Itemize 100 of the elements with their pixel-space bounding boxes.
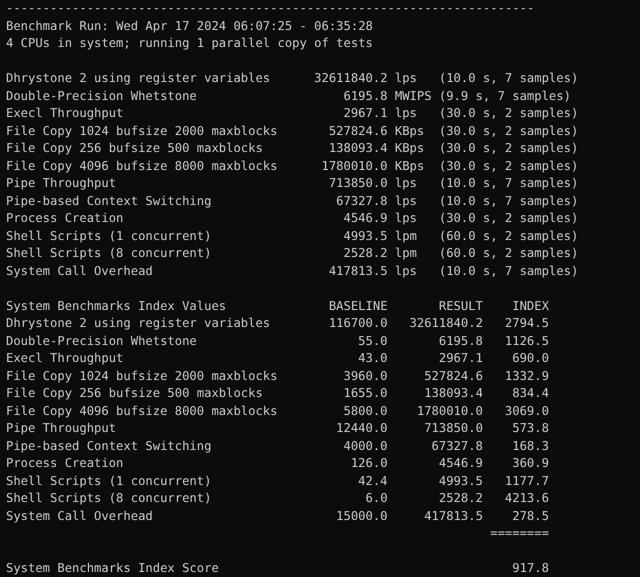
table-cell-text: 43.0 [357, 350, 388, 367]
table-cell-text: 1126.5 [504, 332, 549, 350]
unit-text: lps [394, 105, 418, 122]
separator-line: ------------------------------------------------------------------------ [6, 0, 534, 17]
table-cell-text: File Copy 256 bufsize 500 maxblocks [6, 385, 264, 402]
benchmark-name: Process Creation [6, 210, 124, 227]
unit-text: lps [394, 192, 418, 210]
benchmark-name: File Copy 256 bufsize 500 maxblocks [6, 140, 264, 157]
header-text: 4 CPUs in system; running 1 parallel copy of tests [6, 35, 373, 52]
unit-text: lpm [394, 245, 418, 262]
table-cell-text: 42.4 [357, 472, 388, 490]
timing-text: (60.0 s, 2 samples) [438, 245, 578, 262]
table-cell-text: File Copy 1024 bufsize 2000 maxblocks [6, 368, 278, 384]
table-cell-text: Shell Scripts (8 concurrent) [6, 490, 212, 507]
benchmark-value: 4546.9 [342, 210, 388, 227]
table-cell-text: 6195.8 [438, 332, 483, 350]
table-cell-text: 15000.0 [335, 508, 388, 524]
benchmark-value: 417813.5 [328, 262, 388, 280]
table-cell-text: Pipe Throughput [6, 420, 118, 437]
table-cell-text: File Copy 4096 bufsize 8000 maxblocks [6, 402, 278, 420]
timing-text: (9.9 s, 7 samples) [438, 88, 571, 104]
column-header: INDEX [511, 298, 549, 314]
table-cell-text: 12440.0 [335, 420, 388, 437]
benchmark-name: Double-Precision Whetstone [6, 88, 198, 104]
timing-text: (30.0 s, 2 samples) [438, 140, 578, 157]
table-cell-text: Double-Precision Whetstone [6, 332, 198, 350]
table-cell-text: 834.4 [511, 385, 549, 402]
timing-text: (10.0 s, 7 samples) [438, 175, 578, 192]
table-title: System Benchmarks Index Values [6, 298, 228, 314]
benchmark-value: 6195.8 [342, 88, 388, 104]
table-cell-text: Dhrystone 2 using register variables [6, 315, 272, 332]
benchmark-value: 1780010.0 [320, 158, 388, 174]
table-cell-text: 3069.0 [504, 402, 549, 420]
table-cell-text: System Call Overhead [6, 508, 154, 524]
unit-text: lps [394, 262, 418, 280]
benchmark-value: 2528.2 [342, 245, 388, 262]
table-cell-text: 6.0 [364, 490, 388, 507]
table-cell-text: 4993.5 [438, 472, 483, 490]
table-cell-text: 126.0 [350, 455, 388, 472]
benchmark-name: Shell Scripts (1 concurrent) [6, 228, 212, 244]
table-cell-text: 4000.0 [342, 438, 388, 454]
table-cell-text: Process Creation [6, 455, 124, 472]
benchmark-name: File Copy 1024 bufsize 2000 maxblocks [6, 122, 278, 140]
table-cell-text: 1177.7 [504, 472, 549, 490]
table-cell-text: 417813.5 [423, 508, 483, 524]
table-cell-text: 2794.5 [504, 315, 549, 332]
timing-text: (30.0 s, 2 samples) [438, 158, 578, 174]
timing-text: (30.0 s, 2 samples) [438, 105, 578, 122]
benchmark-name: System Call Overhead [6, 262, 154, 280]
benchmark-value: 4993.5 [342, 228, 388, 244]
table-cell-text: 573.8 [511, 420, 549, 437]
total-rule: ======== [489, 525, 549, 542]
benchmark-name: Pipe Throughput [6, 175, 118, 192]
unit-text: MWIPS [394, 88, 433, 104]
benchmark-value: 2967.1 [342, 105, 388, 122]
table-cell-text: 713850.0 [423, 420, 483, 437]
timing-text: (10.0 s, 7 samples) [438, 192, 578, 210]
table-cell-text: 2967.1 [438, 350, 483, 367]
timing-text: (10.0 s, 7 samples) [438, 262, 578, 280]
table-cell-text: 168.3 [511, 438, 549, 454]
unit-text: lps [394, 210, 418, 227]
unit-text: KBps [394, 140, 426, 157]
timing-text: (30.0 s, 2 samples) [438, 122, 578, 140]
benchmark-name: Dhrystone 2 using register variables [6, 70, 272, 87]
benchmark-name: File Copy 4096 bufsize 8000 maxblocks [6, 158, 278, 174]
table-cell-text: 3960.0 [342, 368, 388, 384]
unit-text: lps [394, 70, 418, 87]
benchmark-value: 527824.6 [328, 122, 388, 140]
column-header: RESULT [438, 298, 483, 314]
benchmark-value: 32611840.2 [314, 70, 388, 87]
table-cell-text: Shell Scripts (1 concurrent) [6, 472, 212, 490]
unit-text: KBps [394, 122, 426, 140]
benchmark-name: Shell Scripts (8 concurrent) [6, 245, 212, 262]
score-value: 917.8 [511, 560, 549, 577]
benchmark-name: Execl Throughput [6, 105, 124, 122]
table-cell-text: 5800.0 [342, 402, 388, 420]
table-cell-text: 527824.6 [423, 368, 483, 384]
header-text: Benchmark Run: Wed Apr 17 2024 06:07:25 - 06:35:28 [6, 18, 373, 34]
table-cell-text: 690.0 [511, 350, 549, 367]
table-cell-text: 67327.8 [430, 438, 483, 454]
table-cell-text: 1780010.0 [416, 402, 483, 420]
column-header: BASELINE [328, 298, 388, 314]
table-cell-text: 32611840.2 [408, 315, 483, 332]
table-cell-text: 360.9 [511, 455, 549, 472]
benchmark-name: Pipe-based Context Switching [6, 192, 212, 210]
score-label: System Benchmarks Index Score [6, 560, 220, 577]
table-cell-text: 4546.9 [438, 455, 483, 472]
table-cell-text: Pipe-based Context Switching [6, 438, 212, 455]
table-cell-text: 1332.9 [504, 368, 549, 384]
benchmark-value: 713850.0 [328, 175, 388, 192]
benchmark-value: 138093.4 [328, 140, 388, 157]
timing-text: (30.0 s, 2 samples) [438, 210, 578, 227]
benchmark-value: 67327.8 [335, 192, 388, 210]
table-cell-text: Execl Throughput [6, 350, 124, 367]
table-cell-text: 55.0 [357, 332, 388, 350]
table-cell-text: 278.5 [511, 508, 549, 524]
table-cell-text: 116700.0 [328, 315, 388, 332]
table-cell-text: 138093.4 [423, 385, 483, 402]
table-cell-text: 1655.0 [342, 385, 388, 402]
table-cell-text: 4213.6 [504, 490, 549, 507]
